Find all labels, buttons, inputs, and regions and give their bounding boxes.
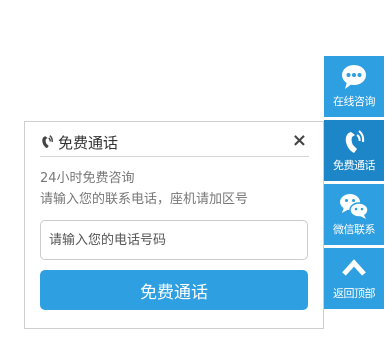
service-hours-text: 24小时免费咨询 <box>40 171 135 186</box>
phone-icon <box>324 128 384 156</box>
toolbar-label: 在线咨询 <box>333 95 376 108</box>
phone-icon <box>40 134 54 150</box>
popup-header: 免费通话 × <box>40 130 309 157</box>
toolbar-item-online-consult[interactable]: 在线咨询 <box>324 56 384 117</box>
toolbar-label: 微信联系 <box>333 223 376 236</box>
wechat-icon <box>324 192 384 220</box>
chevron-up-icon <box>324 256 384 284</box>
popup-title: 免费通话 <box>58 134 119 152</box>
toolbar-item-free-call[interactable]: 免费通话 <box>324 120 384 181</box>
chat-bubble-icon <box>324 64 384 92</box>
toolbar-item-wechat[interactable]: 微信联系 <box>324 184 384 245</box>
toolbar-label: 返回顶部 <box>333 287 376 300</box>
free-call-popup: 免费通话 × 24小时免费咨询 请输入您的联系电话，座机请加区号 免费通话 <box>24 121 324 329</box>
close-icon[interactable]: × <box>292 130 307 151</box>
instruction-text: 请输入您的联系电话，座机请加区号 <box>40 192 249 207</box>
free-call-button[interactable]: 免费通话 <box>40 270 308 310</box>
phone-number-input[interactable] <box>40 220 308 260</box>
toolbar-label: 免费通话 <box>333 159 376 172</box>
toolbar-item-back-to-top[interactable]: 返回顶部 <box>324 248 384 309</box>
